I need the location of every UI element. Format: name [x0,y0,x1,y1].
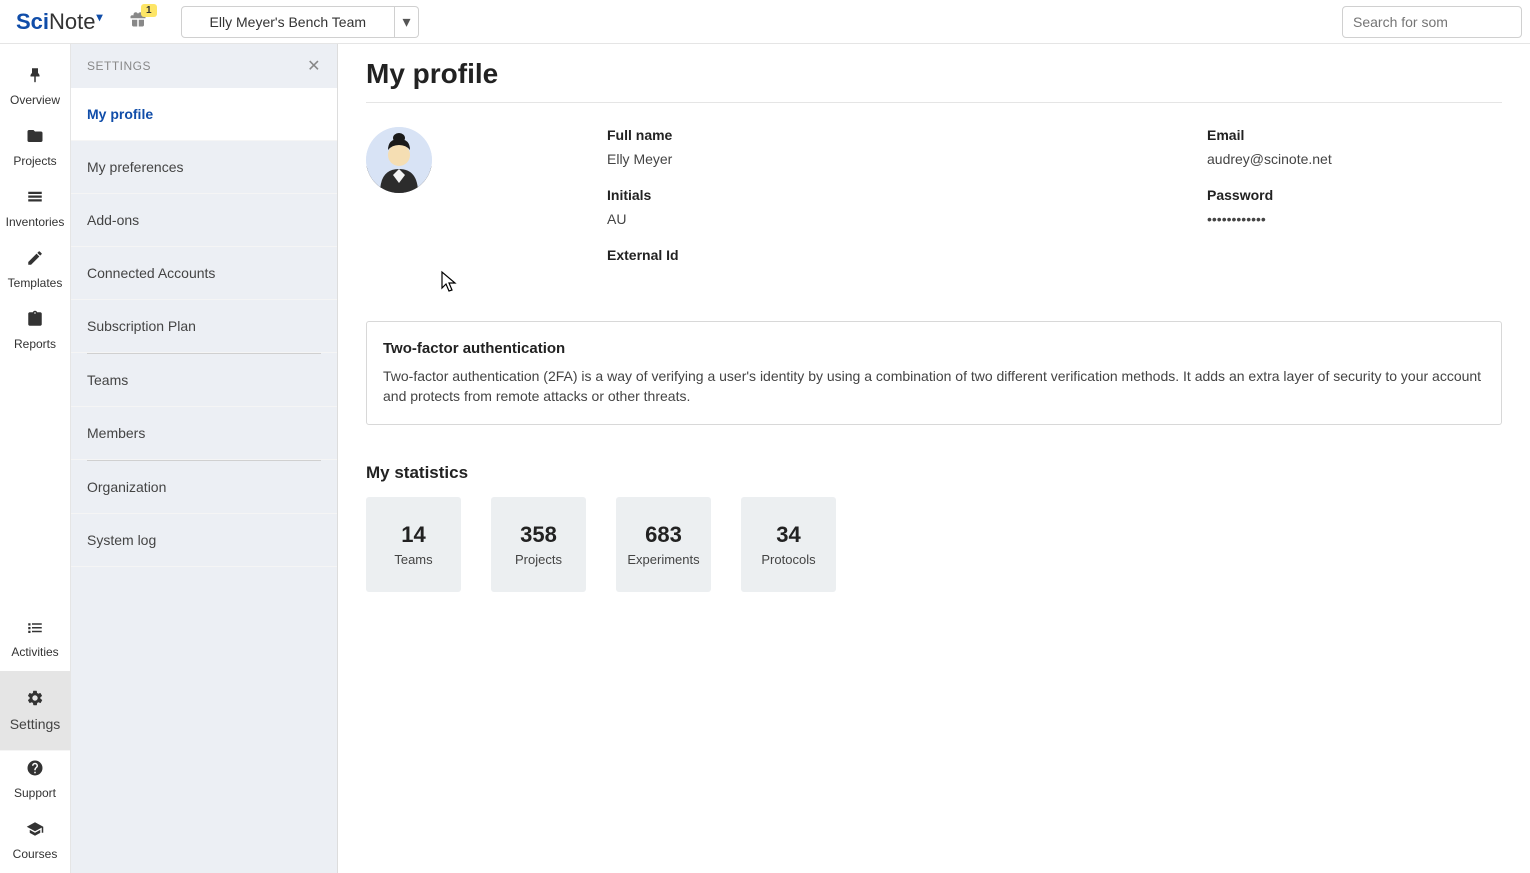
nav-settings-label: Settings [10,716,61,732]
gear-icon [26,689,44,712]
stat-projects: 358 Projects [491,497,586,592]
nav-overview[interactable]: Overview [0,58,70,119]
team-selector[interactable]: Elly Meyer's Bench Team ▾ [181,6,419,38]
nav-courses-label: Courses [13,847,58,861]
team-selector-value: Elly Meyer's Bench Team [181,6,395,38]
nav-support[interactable]: Support [0,751,70,812]
nav-templates-label: Templates [8,276,63,290]
stat-teams: 14 Teams [366,497,461,592]
stat-teams-label: Teams [394,552,432,567]
two-factor-card: Two-factor authentication Two-factor aut… [366,321,1502,425]
gift-button[interactable]: 1 [129,10,147,33]
avatar[interactable] [366,127,432,193]
email-value[interactable]: audrey@scinote.net [1207,151,1332,167]
nav-projects-label: Projects [13,154,56,168]
full-name-label: Full name [607,127,1207,143]
top-bar: SciNote▾ 1 Elly Meyer's Bench Team ▾ [0,0,1530,44]
settings-organization[interactable]: Organization [71,461,337,514]
stat-protocols-value: 34 [776,522,800,548]
stat-experiments: 683 Experiments [616,497,711,592]
settings-my-preferences[interactable]: My preferences [71,141,337,194]
nav-inventories-label: Inventories [6,215,65,229]
password-value[interactable]: •••••••••••• [1207,211,1332,227]
nav-reports[interactable]: Reports [0,302,70,363]
list-icon [26,188,44,211]
two-factor-description: Two-factor authentication (2FA) is a way… [383,367,1485,406]
stats-row: 14 Teams 358 Projects 683 Experiments 34… [366,497,1502,592]
stat-projects-label: Projects [515,552,562,567]
full-name-value[interactable]: Elly Meyer [607,151,1207,167]
app-logo[interactable]: SciNote▾ [16,9,103,35]
nav-overview-label: Overview [10,93,60,107]
nav-activities[interactable]: Activities [0,610,70,671]
nav-settings[interactable]: Settings [0,671,70,751]
chevron-down-icon[interactable]: ▾ [395,6,419,38]
nav-courses[interactable]: Courses [0,812,70,873]
settings-connected-accounts[interactable]: Connected Accounts [71,247,337,300]
settings-sidebar: SETTINGS ✕ My profile My preferences Add… [71,44,338,873]
external-id-label: External Id [607,247,1207,263]
nav-projects[interactable]: Projects [0,119,70,180]
settings-subscription-plan[interactable]: Subscription Plan [71,300,337,353]
left-navigation: Overview Projects Inventories Templates … [0,44,71,873]
stat-experiments-label: Experiments [627,552,699,567]
graduation-icon [26,820,44,843]
settings-teams[interactable]: Teams [71,354,337,407]
password-label: Password [1207,187,1332,203]
stats-title: My statistics [366,463,1502,483]
main-content: My profile Full name Elly Meyer [338,44,1530,873]
gift-badge: 1 [141,4,157,17]
pin-icon [26,66,44,89]
nav-support-label: Support [14,786,56,800]
two-factor-title: Two-factor authentication [383,340,1485,357]
nav-templates[interactable]: Templates [0,241,70,302]
initials-value[interactable]: AU [607,211,1207,227]
help-icon [26,759,44,782]
stat-teams-value: 14 [401,522,425,548]
settings-header-label: SETTINGS [87,59,151,73]
stat-projects-value: 358 [520,522,557,548]
close-icon[interactable]: ✕ [307,56,321,76]
logo-tick-icon: ▾ [97,10,103,24]
edit-icon [26,249,44,272]
settings-system-log[interactable]: System log [71,514,337,567]
settings-addons[interactable]: Add-ons [71,194,337,247]
clipboard-icon [26,310,44,333]
logo-note-text: Note [49,9,95,35]
stat-protocols-label: Protocols [761,552,815,567]
nav-activities-label: Activities [11,645,58,659]
activity-icon [26,618,44,641]
search-input[interactable] [1342,6,1522,38]
nav-reports-label: Reports [14,337,56,351]
settings-my-profile[interactable]: My profile [71,88,337,141]
email-label: Email [1207,127,1332,143]
stat-protocols: 34 Protocols [741,497,836,592]
settings-members[interactable]: Members [71,407,337,460]
folder-icon [26,127,44,150]
logo-sci-text: Sci [16,9,49,35]
nav-inventories[interactable]: Inventories [0,180,70,241]
page-title: My profile [366,58,1502,103]
stat-experiments-value: 683 [645,522,682,548]
initials-label: Initials [607,187,1207,203]
